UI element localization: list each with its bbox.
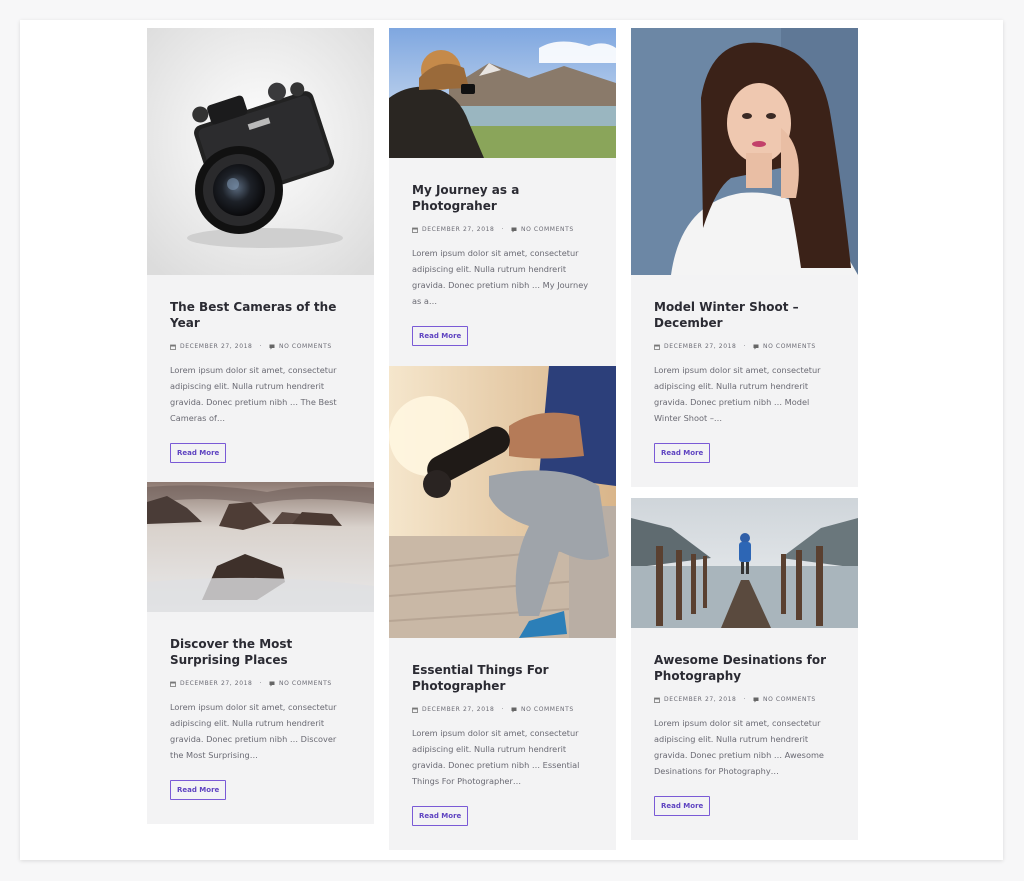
post-image-camera[interactable] [147, 28, 374, 275]
post-image-pier-lake[interactable] [631, 498, 858, 628]
read-more-button[interactable]: Read More [412, 326, 469, 346]
post-excerpt: Lorem ipsum dolor sit amet, consectetur … [170, 365, 337, 423]
post-meta: DECEMBER 27, 2018 · NO COMMENTS [170, 343, 351, 350]
post-date: DECEMBER 27, 2018 [664, 343, 737, 350]
post-excerpt: Lorem ipsum dolor sit amet, consectetur … [654, 365, 821, 423]
post-card: Discover the Most Surprising Places DECE… [147, 482, 374, 824]
post-comments[interactable]: NO COMMENTS [521, 226, 574, 233]
calendar-icon [654, 344, 660, 350]
comment-icon [753, 697, 759, 703]
post-date: DECEMBER 27, 2018 [180, 680, 253, 687]
calendar-icon [412, 227, 418, 233]
post-meta: DECEMBER 27, 2018 · NO COMMENTS [654, 343, 835, 350]
read-more-button[interactable]: Read More [412, 806, 469, 826]
comment-icon [511, 707, 517, 713]
post-card: The Best Cameras of the Year DECEMBER 27… [147, 28, 374, 487]
post-comments[interactable]: NO COMMENTS [279, 343, 332, 350]
post-card: Awesome Desinations for Photography DECE… [631, 498, 858, 840]
calendar-icon [170, 681, 176, 687]
post-title[interactable]: My Journey as a Photograher [412, 182, 593, 214]
calendar-icon [654, 697, 660, 703]
post-card: Essential Things For Photographer DECEMB… [389, 366, 616, 850]
post-date: DECEMBER 27, 2018 [422, 706, 495, 713]
post-meta: DECEMBER 27, 2018 · NO COMMENTS [170, 680, 351, 687]
post-excerpt: Lorem ipsum dolor sit amet, consectetur … [412, 248, 589, 306]
post-meta: DECEMBER 27, 2018 · NO COMMENTS [654, 696, 835, 703]
calendar-icon [170, 344, 176, 350]
post-title[interactable]: Model Winter Shoot – December [654, 299, 835, 331]
comment-icon [753, 344, 759, 350]
post-date: DECEMBER 27, 2018 [422, 226, 495, 233]
post-comments[interactable]: NO COMMENTS [279, 680, 332, 687]
read-more-button[interactable]: Read More [170, 780, 227, 800]
post-comments[interactable]: NO COMMENTS [763, 696, 816, 703]
post-image-rocks-sea[interactable] [147, 482, 374, 612]
post-title[interactable]: Awesome Desinations for Photography [654, 652, 835, 684]
read-more-button[interactable]: Read More [170, 443, 227, 463]
post-title[interactable]: Discover the Most Surprising Places [170, 636, 351, 668]
post-excerpt: Lorem ipsum dolor sit amet, consectetur … [170, 702, 337, 760]
comment-icon [269, 681, 275, 687]
calendar-icon [412, 707, 418, 713]
post-meta: DECEMBER 27, 2018 · NO COMMENTS [412, 706, 593, 713]
post-date: DECEMBER 27, 2018 [664, 696, 737, 703]
post-image-photographer-lake[interactable] [389, 28, 616, 158]
post-card: Model Winter Shoot – December DECEMBER 2… [631, 28, 858, 487]
post-excerpt: Lorem ipsum dolor sit amet, consectetur … [412, 728, 580, 786]
post-title[interactable]: Essential Things For Photographer [412, 662, 593, 694]
post-excerpt: Lorem ipsum dolor sit amet, consectetur … [654, 718, 824, 776]
post-image-model-portrait[interactable] [631, 28, 858, 275]
blog-grid-frame: The Best Cameras of the Year DECEMBER 27… [20, 20, 1003, 860]
post-image-photographer-sitting[interactable] [389, 366, 616, 638]
post-date: DECEMBER 27, 2018 [180, 343, 253, 350]
comment-icon [511, 227, 517, 233]
comment-icon [269, 344, 275, 350]
read-more-button[interactable]: Read More [654, 796, 711, 816]
post-comments[interactable]: NO COMMENTS [763, 343, 816, 350]
post-meta: DECEMBER 27, 2018 · NO COMMENTS [412, 226, 593, 233]
post-title[interactable]: The Best Cameras of the Year [170, 299, 351, 331]
post-comments[interactable]: NO COMMENTS [521, 706, 574, 713]
read-more-button[interactable]: Read More [654, 443, 711, 463]
post-card: My Journey as a Photograher DECEMBER 27,… [389, 28, 616, 370]
